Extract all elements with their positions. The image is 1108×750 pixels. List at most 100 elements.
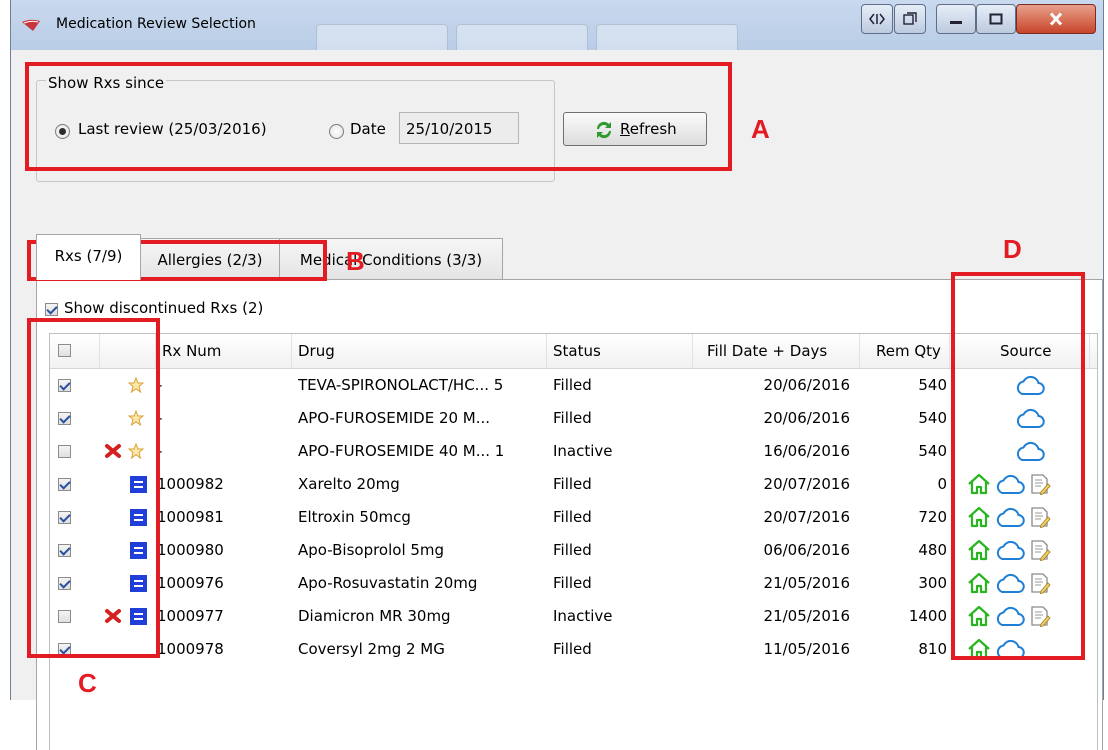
restore-tile-button[interactable] <box>894 4 926 34</box>
cell-rx-num: - <box>157 409 163 427</box>
header-rx-num[interactable]: Rx Num <box>156 334 292 368</box>
cell-rem-qty: 1400 <box>908 607 947 625</box>
cell-drug: Apo-Rosuvastatin 20mg <box>298 574 478 592</box>
date-label: Date <box>350 120 386 138</box>
cell-rx-num: 1000976 <box>157 574 224 592</box>
row-select-checkbox[interactable] <box>58 544 71 557</box>
local-rx-icon <box>130 476 147 493</box>
cell-drug: Coversyl 2mg 2 MG <box>298 640 445 658</box>
row-select-checkbox[interactable] <box>58 445 71 458</box>
background-taskbar-tab <box>596 24 738 51</box>
show-discontinued-checkbox[interactable] <box>45 303 58 316</box>
cell-drug: Diamicron MR 30mg <box>298 607 451 625</box>
note-icon <box>1029 605 1051 631</box>
cell-drug: Xarelto 20mg <box>298 475 400 493</box>
table-row[interactable]: 1000982 Xarelto 20mg Filled 20/07/2016 0 <box>50 468 1097 501</box>
local-rx-icon <box>130 509 147 526</box>
note-icon <box>1029 506 1051 532</box>
cell-fill-date: 21/05/2016 <box>763 574 850 592</box>
close-button[interactable] <box>1016 4 1096 34</box>
header-rem-qty[interactable]: Rem Qty <box>860 334 950 368</box>
group-title: Show Rxs since <box>46 74 167 92</box>
table-row[interactable]: - APO-FUROSEMIDE 20 M... Filled 20/06/2016 5… <box>50 402 1097 435</box>
table-row[interactable]: - APO-FUROSEMIDE 40 M... 1 Inactive 16/06/2… <box>50 435 1097 468</box>
note-icon <box>1029 539 1051 565</box>
cell-drug: Eltroxin 50mcg <box>298 508 411 526</box>
cell-rem-qty: 540 <box>918 442 947 460</box>
row-select-checkbox[interactable] <box>58 610 71 623</box>
cell-status: Filled <box>553 376 592 394</box>
cell-drug: Apo-Bisoprolol 5mg <box>298 541 445 559</box>
cell-status: Filled <box>553 574 592 592</box>
table-row[interactable]: 1000981 Eltroxin 50mcg Filled 20/07/2016 720 <box>50 501 1097 534</box>
table-row[interactable]: 1000976 Apo-Rosuvastatin 20mg Filled 21/05/… <box>50 567 1097 600</box>
table-row[interactable]: 1000977 Diamicron MR 30mg Inactive 21/05/20… <box>50 600 1097 633</box>
star-icon <box>127 409 145 430</box>
refresh-icon <box>596 121 612 139</box>
select-all-checkbox[interactable] <box>58 344 71 357</box>
cloud-icon <box>1015 374 1045 400</box>
title-bar: Medication Review Selection <box>11 0 1103 51</box>
row-select-checkbox[interactable] <box>58 478 71 491</box>
cloud-icon <box>995 539 1025 565</box>
cell-status: Filled <box>553 640 592 658</box>
tab-allergies[interactable]: Allergies (2/3) <box>140 238 280 280</box>
discontinued-icon <box>104 443 122 463</box>
cell-rem-qty: 540 <box>918 409 947 427</box>
refresh-label: Refresh <box>620 120 677 138</box>
row-select-checkbox[interactable] <box>58 412 71 425</box>
cloud-icon <box>1015 407 1045 433</box>
app-icon <box>22 19 40 31</box>
header-status[interactable]: Status <box>547 334 693 368</box>
snap-button[interactable] <box>861 4 893 34</box>
home-icon <box>967 638 991 664</box>
cell-status: Filled <box>553 475 592 493</box>
date-radio[interactable] <box>329 124 344 139</box>
local-rx-icon <box>130 542 147 559</box>
minimize-button[interactable] <box>936 4 976 34</box>
cell-fill-date: 11/05/2016 <box>763 640 850 658</box>
annotation-label-a: A <box>751 114 770 144</box>
cell-fill-date: 20/07/2016 <box>763 475 850 493</box>
row-select-checkbox[interactable] <box>58 643 71 656</box>
table-row[interactable]: 1000980 Apo-Bisoprolol 5mg Filled 06/06/201… <box>50 534 1097 567</box>
maximize-button[interactable] <box>976 4 1016 34</box>
note-icon <box>1029 572 1051 598</box>
refresh-label-rest: efresh <box>629 120 677 138</box>
window-title: Medication Review Selection <box>56 16 256 32</box>
background-taskbar-tab <box>316 24 448 51</box>
cell-status: Inactive <box>553 607 613 625</box>
last-review-radio[interactable] <box>55 124 70 139</box>
annotation-label-b: B <box>346 246 365 276</box>
header-source[interactable]: Source <box>950 334 1090 368</box>
table-row[interactable]: - TEVA-SPIRONOLACT/HC... 5 Filled 20/06/201… <box>50 369 1097 402</box>
header-drug[interactable]: Drug <box>292 334 547 368</box>
cell-rem-qty: 720 <box>918 508 947 526</box>
cell-fill-date: 20/07/2016 <box>763 508 850 526</box>
star-icon <box>127 376 145 397</box>
cell-status: Filled <box>553 409 592 427</box>
cloud-icon <box>1015 440 1045 466</box>
rx-table: Rx Num Drug Status Fill Date + Days Rem … <box>49 333 1098 750</box>
cell-fill-date: 21/05/2016 <box>763 607 850 625</box>
cell-rem-qty: 540 <box>918 376 947 394</box>
date-field[interactable]: 25/10/2015 <box>399 112 519 144</box>
row-select-checkbox[interactable] <box>58 379 71 392</box>
cell-rem-qty: 480 <box>918 541 947 559</box>
cell-rx-num: 1000982 <box>157 475 224 493</box>
table-row[interactable]: 1000978 Coversyl 2mg 2 MG Filled 11/05/2016… <box>50 633 1097 666</box>
cloud-icon <box>995 473 1025 499</box>
cloud-icon <box>995 572 1025 598</box>
tab-rxs[interactable]: Rxs (7/9) <box>36 234 141 280</box>
discontinued-icon <box>104 608 122 628</box>
row-select-checkbox[interactable] <box>58 511 71 524</box>
local-rx-icon <box>130 575 147 592</box>
cell-fill-date: 16/06/2016 <box>763 442 850 460</box>
tab-medical-conditions[interactable]: Medical Conditions (3/3) <box>279 238 503 280</box>
header-fill-date[interactable]: Fill Date + Days <box>693 334 860 368</box>
row-select-checkbox[interactable] <box>58 577 71 590</box>
cell-rx-num: 1000980 <box>157 541 224 559</box>
refresh-button[interactable]: Refresh <box>563 112 707 146</box>
home-icon <box>967 539 991 565</box>
table-header: Rx Num Drug Status Fill Date + Days Rem … <box>50 334 1097 369</box>
